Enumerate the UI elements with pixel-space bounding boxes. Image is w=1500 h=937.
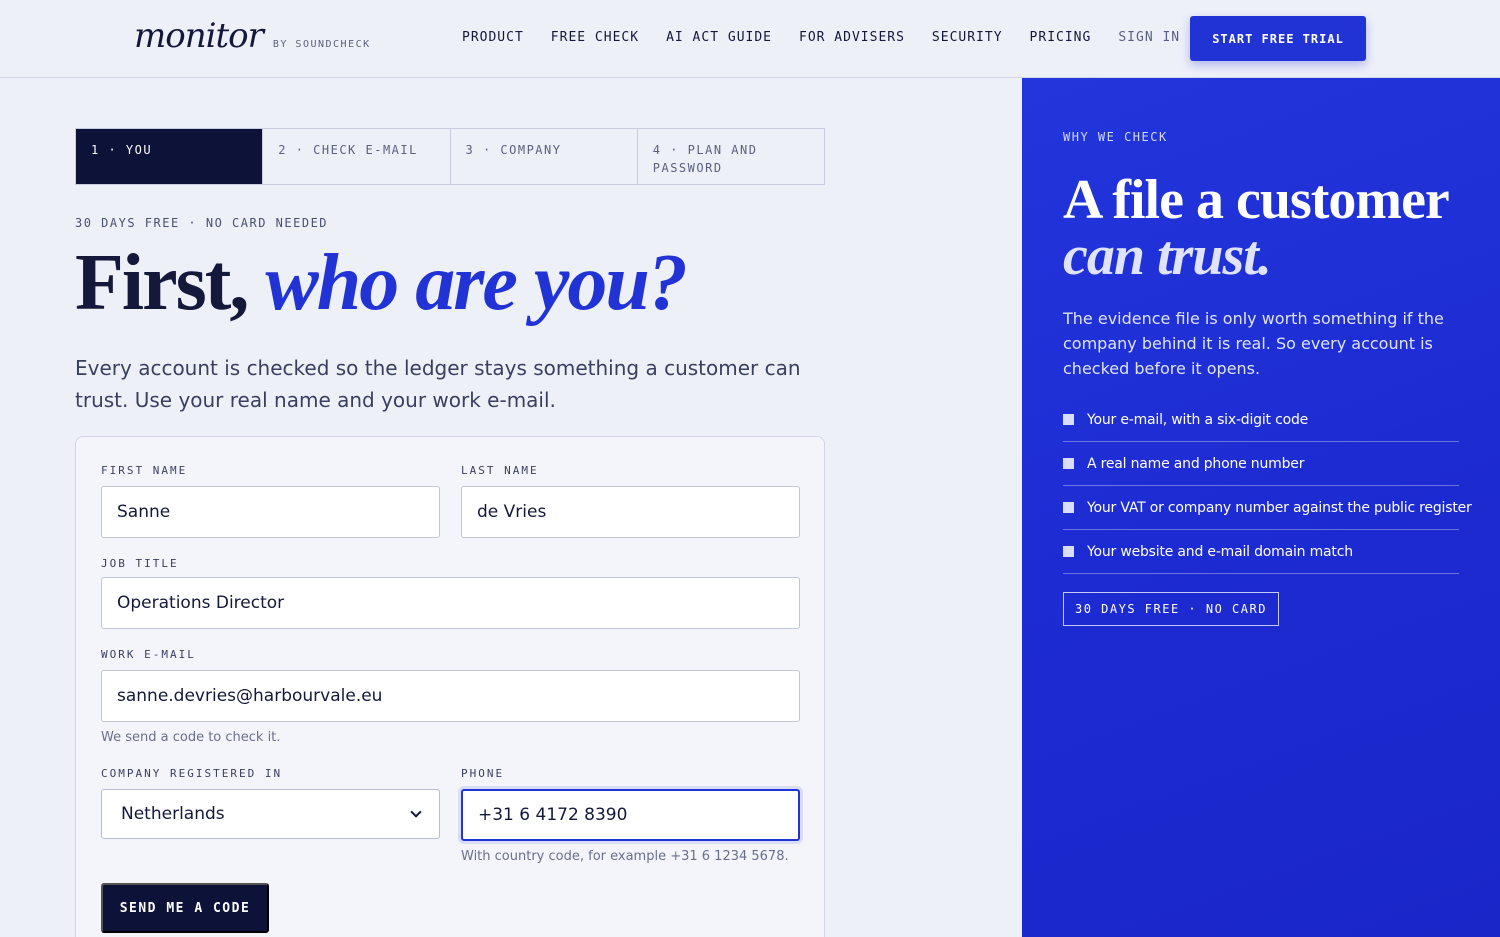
trial-badge: 30 DAYS FREE · NO CARD: [1063, 592, 1279, 626]
step-plan-and-password: 4 · PLAN AND PASSWORD: [652, 143, 758, 175]
check-item-label: Your website and e-mail domain match: [1087, 543, 1353, 560]
list-item: Your e-mail, with a six-digit code: [1063, 398, 1459, 442]
panel-title-line1: A file a customer: [1063, 169, 1450, 231]
main-nav: PRODUCT FREE CHECK AI ACT GUIDE FOR ADVI…: [462, 30, 1207, 45]
title-plain: First,: [75, 239, 266, 327]
phone-input[interactable]: +31 6 4172 8390: [461, 789, 800, 841]
first-name-label: FIRST NAME: [101, 464, 188, 477]
step-company: 3 · COMPANY: [451, 129, 638, 184]
site-header: monitor BY SOUNDCHECK PRODUCT FREE CHECK…: [0, 0, 1500, 78]
country-selected-value: Netherlands: [121, 804, 225, 824]
step-check-email: 2 · CHECK E-MAIL: [263, 129, 451, 184]
panel-eyebrow: WHY WE CHECK: [1063, 130, 1168, 144]
page-title: First, who are you?: [75, 238, 688, 329]
country-select[interactable]: Netherlands: [101, 789, 440, 839]
nav-ai-act-guide[interactable]: AI ACT GUIDE: [666, 30, 772, 45]
check-item-label: A real name and phone number: [1087, 455, 1305, 472]
nav-product[interactable]: PRODUCT: [462, 30, 524, 45]
square-bullet-icon: [1063, 458, 1074, 469]
step-you: 1 · YOU: [76, 129, 264, 184]
panel-title: A file a customer can trust.: [1063, 169, 1450, 287]
sign-in-link[interactable]: SIGN IN: [1118, 30, 1180, 45]
last-name-label: LAST NAME: [461, 464, 539, 477]
square-bullet-icon: [1063, 502, 1074, 513]
last-name-input[interactable]: de Vries: [461, 486, 800, 538]
panel-title-line2: can trust.: [1063, 225, 1272, 287]
square-bullet-icon: [1063, 546, 1074, 557]
intro-lede: Every account is checked so the ledger s…: [75, 356, 801, 412]
first-name-input[interactable]: Sanne: [101, 486, 440, 538]
signup-stepper: 1 · YOU 2 · CHECK E-MAIL 3 · COMPANY 4 ·…: [75, 128, 825, 185]
check-item-label: Your VAT or company number against the p…: [1087, 499, 1472, 516]
square-bullet-icon: [1063, 414, 1074, 425]
chevron-down-icon: [410, 806, 422, 818]
phone-label: PHONE: [461, 767, 505, 780]
logo-wordmark: monitor: [134, 16, 264, 56]
why-we-check-panel: WHY WE CHECK A file a customer can trust…: [1022, 78, 1500, 937]
logo[interactable]: monitor BY SOUNDCHECK: [134, 16, 371, 56]
panel-copy: The evidence file is only worth somethin…: [1063, 309, 1444, 378]
job-title-input[interactable]: Operations Director: [101, 577, 800, 629]
check-item-label: Your e-mail, with a six-digit code: [1087, 411, 1309, 428]
start-free-trial-button[interactable]: START FREE TRIAL: [1190, 16, 1366, 61]
title-accent: who are you?: [265, 239, 687, 327]
work-email-help: We send a code to check it.: [101, 730, 281, 745]
nav-security[interactable]: SECURITY: [932, 30, 1003, 45]
work-email-label: WORK E-MAIL: [101, 648, 196, 661]
nav-free-check[interactable]: FREE CHECK: [551, 30, 639, 45]
send-code-button[interactable]: SEND ME A CODE: [101, 883, 269, 933]
list-item: A real name and phone number: [1063, 442, 1459, 486]
signup-form: FIRST NAME Sanne LAST NAME de Vries JOB …: [75, 436, 825, 937]
check-list: Your e-mail, with a six-digit code A rea…: [1063, 398, 1472, 574]
job-title-label: JOB TITLE: [101, 557, 179, 570]
list-item: Your website and e-mail domain match: [1063, 530, 1459, 574]
work-email-input[interactable]: sanne.devries@harbourvale.eu: [101, 670, 800, 722]
intro-eyebrow: 30 DAYS FREE · NO CARD NEEDED: [75, 216, 329, 230]
nav-for-advisers[interactable]: FOR ADVISERS: [799, 30, 905, 45]
phone-help: With country code, for example +31 6 123…: [461, 849, 789, 864]
list-item: Your VAT or company number against the p…: [1063, 486, 1472, 530]
country-label: COMPANY REGISTERED IN: [101, 767, 283, 780]
nav-pricing[interactable]: PRICING: [1030, 30, 1092, 45]
logo-byline: BY SOUNDCHECK: [272, 39, 371, 50]
